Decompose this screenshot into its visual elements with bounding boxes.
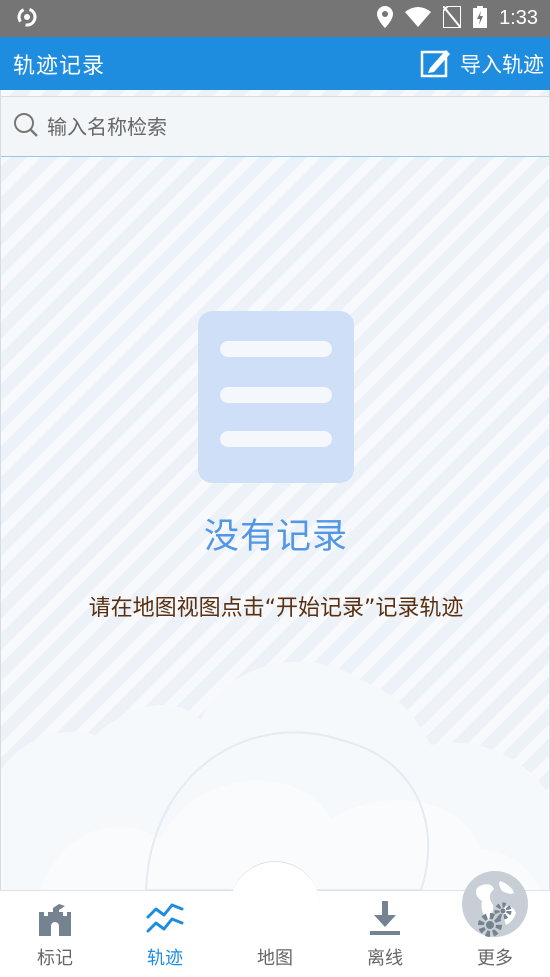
battery-icon bbox=[473, 5, 488, 32]
nav-label-mark: 标记 bbox=[37, 948, 73, 969]
nav-label-track: 轨迹 bbox=[147, 948, 183, 969]
status-time: 1:33 bbox=[499, 7, 538, 29]
nav-label-offline: 离线 bbox=[367, 948, 403, 969]
location-icon bbox=[377, 5, 394, 32]
search-icon bbox=[13, 112, 39, 142]
nav-item-mark[interactable]: 标记 bbox=[0, 891, 110, 977]
bottom-nav: 标记 轨迹 地图 离线 更多 bbox=[0, 861, 550, 977]
empty-state-title: 没有记录 bbox=[203, 517, 348, 557]
castle-icon bbox=[35, 899, 75, 939]
status-bar: 1:33 bbox=[0, 0, 550, 37]
wifi-icon bbox=[405, 6, 432, 31]
nav-label-more: 更多 bbox=[477, 948, 513, 969]
page-title: 轨迹记录 bbox=[13, 53, 106, 79]
import-track-label: 导入轨迹 bbox=[460, 52, 544, 77]
nav-item-more[interactable]: 更多 bbox=[440, 891, 550, 977]
import-track-button[interactable]: 导入轨迹 bbox=[420, 46, 544, 82]
cloud-background bbox=[1, 661, 549, 890]
app-bar: 轨迹记录 导入轨迹 bbox=[0, 37, 550, 90]
import-icon bbox=[420, 46, 452, 82]
search-bar bbox=[1, 96, 549, 157]
track-list-area: 没有记录 请在地图视图点击“开始记录”记录轨迹 bbox=[0, 90, 550, 890]
search-input[interactable] bbox=[47, 114, 507, 139]
empty-list-icon bbox=[198, 311, 354, 483]
sync-icon bbox=[16, 6, 38, 32]
nav-label-map: 地图 bbox=[257, 948, 293, 969]
status-left bbox=[16, 6, 38, 32]
nav-item-track[interactable]: 轨迹 bbox=[110, 891, 220, 977]
track-icon bbox=[145, 899, 185, 939]
nav-item-map[interactable]: 地图 bbox=[220, 871, 528, 977]
status-right: 1:33 bbox=[377, 4, 538, 32]
no-sim-icon bbox=[442, 4, 463, 32]
empty-state-hint: 请在地图视图点击“开始记录”记录轨迹 bbox=[88, 596, 464, 621]
download-icon bbox=[365, 899, 405, 939]
nav-item-offline[interactable]: 离线 bbox=[330, 891, 440, 977]
gears-icon bbox=[475, 899, 515, 939]
